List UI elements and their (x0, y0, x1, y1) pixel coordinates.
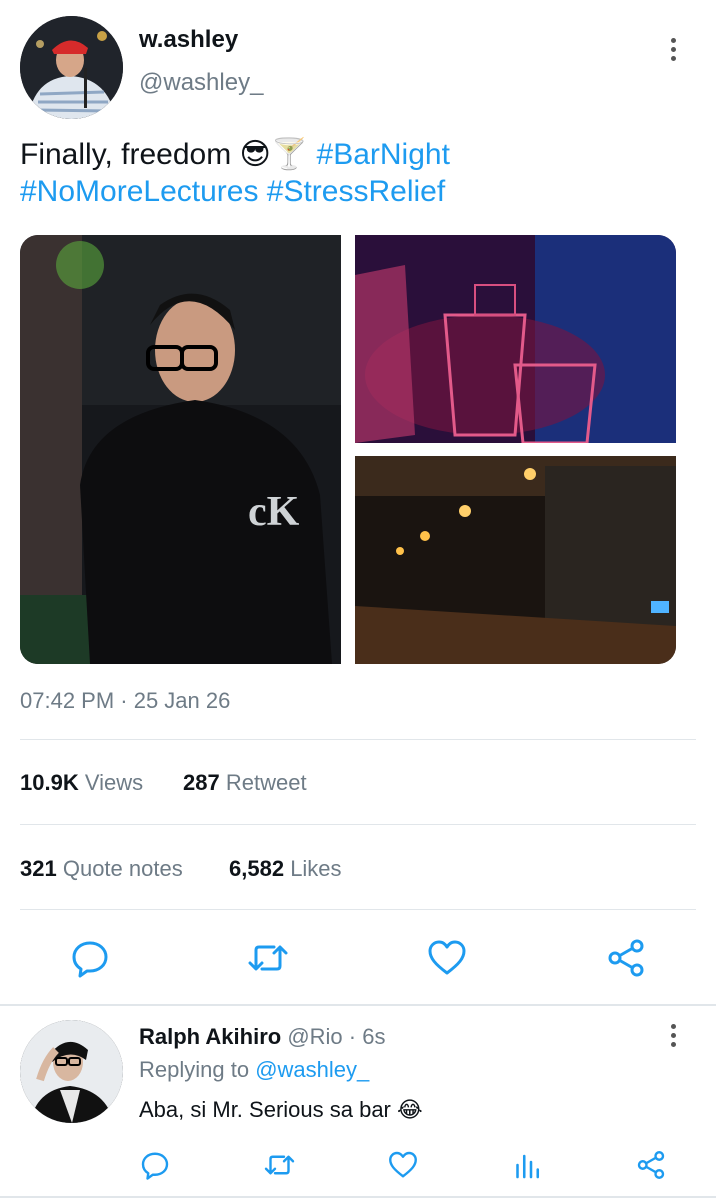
tweet-text-line-1: Finally, freedom 😎🍸 #BarNight (20, 136, 696, 173)
views-count: 10.9K (20, 770, 79, 795)
photo-shot-glasses[interactable] (355, 235, 676, 443)
photo-bar-interior[interactable] (355, 456, 676, 664)
reply-text: Aba, si Mr. Serious sa bar 😂 (139, 1097, 423, 1123)
retweets-stat[interactable]: 287 Retweet (183, 770, 307, 796)
reply-header: Ralph Akihiro @Rio · 6s (139, 1024, 385, 1050)
reply-icon (141, 1152, 169, 1180)
tweet-timestamp[interactable]: 07:42 PM · 25 Jan 26 (20, 688, 230, 714)
divider (20, 909, 696, 910)
dot-icon (671, 56, 676, 61)
retweet-label: Retweet (225, 770, 307, 795)
hashtags-line-2[interactable]: #NoMoreLectures #StressRelief (20, 173, 696, 210)
retweet-icon (264, 1155, 294, 1175)
dot-icon (671, 1042, 676, 1047)
like-button[interactable] (425, 936, 469, 980)
author-handle[interactable]: @washley_ (139, 69, 263, 97)
reply-author-avatar[interactable] (20, 1020, 123, 1123)
retweet-button[interactable] (246, 936, 290, 980)
reply-like-button[interactable] (386, 1148, 420, 1182)
replying-to: Replying to @washley_ (139, 1057, 369, 1083)
share-icon (637, 1151, 665, 1179)
reply-share-button[interactable] (634, 1148, 668, 1182)
bottom-divider (0, 1196, 716, 1198)
dot-icon (671, 38, 676, 43)
quote-label: Quote notes (62, 856, 183, 881)
likes-label: Likes (290, 856, 342, 881)
reply-icon (72, 941, 108, 978)
retweet-count: 287 (183, 770, 220, 795)
reply-analytics-button[interactable] (511, 1148, 545, 1182)
dot-icon (671, 47, 676, 52)
author-avatar[interactable] (20, 16, 123, 119)
share-icon (608, 939, 644, 977)
views-stat[interactable]: 10.9K Views (20, 770, 143, 796)
reply-display-name[interactable]: Ralph Akihiro (139, 1024, 281, 1049)
like-icon (389, 1151, 417, 1178)
reply-more-options-button[interactable] (671, 1024, 676, 1047)
shirt-logo-text: cK (248, 489, 300, 535)
analytics-icon (516, 1154, 540, 1179)
reply-reply-button[interactable] (138, 1148, 172, 1182)
tweet-body: Finally, freedom (20, 138, 232, 171)
quotes-stat[interactable]: 321 Quote notes (20, 856, 183, 882)
reply-body: Aba, si Mr. Serious sa bar (139, 1097, 391, 1122)
hashtag-barnight[interactable]: #BarNight (317, 138, 450, 171)
quote-count: 321 (20, 856, 57, 881)
divider (20, 739, 696, 740)
photo-portrait[interactable]: cK (20, 235, 341, 664)
reply-handle[interactable]: @Rio (287, 1024, 342, 1049)
share-button[interactable] (604, 936, 648, 980)
likes-count: 6,582 (229, 856, 285, 881)
like-icon (428, 940, 466, 975)
tweet-emojis: 😎🍸 (239, 137, 309, 172)
author-display-name[interactable]: w.ashley (139, 26, 238, 54)
reply-retweet-button[interactable] (262, 1148, 296, 1182)
more-options-button[interactable] (671, 38, 676, 61)
replying-to-handle[interactable]: @washley_ (255, 1057, 369, 1082)
likes-stat[interactable]: 6,582 Likes (229, 856, 342, 882)
reply-button[interactable] (68, 936, 112, 980)
reply-time: · 6s (348, 1024, 386, 1049)
section-divider (0, 1004, 716, 1006)
tweet-text: Finally, freedom 😎🍸 #BarNight #NoMoreLec… (20, 136, 696, 210)
views-label: Views (84, 770, 144, 795)
dot-icon (671, 1024, 676, 1029)
divider (20, 824, 696, 825)
replying-to-prefix: Replying to (139, 1057, 250, 1082)
reply-emoji: 😂 (397, 1098, 423, 1123)
dot-icon (671, 1033, 676, 1038)
retweet-icon (248, 945, 288, 971)
